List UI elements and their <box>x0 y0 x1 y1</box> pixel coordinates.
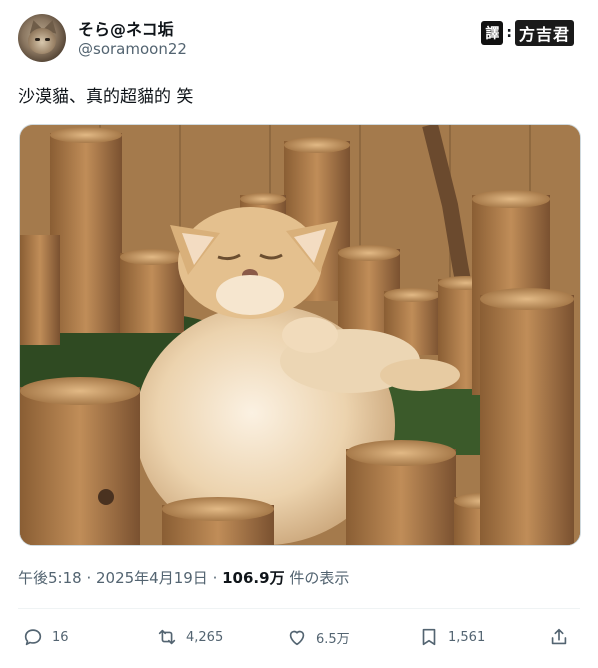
avatar[interactable] <box>18 14 66 62</box>
divider <box>18 608 580 609</box>
action-bar: 16 4,265 6.5万 1,561 <box>18 620 580 656</box>
watermark-name: 方吉君 <box>514 20 574 46</box>
reply-icon <box>24 629 42 646</box>
share-button[interactable] <box>548 626 570 648</box>
tweet-header: そら@ネコ垢 @soramoon22 譯 : 方吉君 <box>18 14 580 66</box>
tweet-date[interactable]: 2025年4月19日 <box>96 569 208 587</box>
heart-icon <box>289 630 305 646</box>
display-name[interactable]: そら@ネコ垢 <box>78 16 174 40</box>
sand-cat-photo-illustration <box>20 125 580 545</box>
view-count: 106.9万 <box>222 569 285 587</box>
tweet-time[interactable]: 午後5:18 <box>18 569 82 587</box>
share-icon <box>551 628 567 645</box>
retweet-button[interactable]: 4,265 <box>156 626 223 648</box>
translator-watermark: 譯 : 方吉君 <box>481 20 574 46</box>
reply-count: 16 <box>52 629 69 645</box>
like-count: 6.5万 <box>316 631 350 647</box>
bookmark-icon <box>422 628 436 646</box>
watermark-separator: : <box>506 25 512 41</box>
tweet-meta: 午後5:18 · 2025年4月19日 · 106.9万 件の表示 <box>18 567 349 588</box>
retweet-count: 4,265 <box>186 629 224 645</box>
user-handle[interactable]: @soramoon22 <box>78 40 187 58</box>
tweet-photo[interactable] <box>19 124 581 546</box>
reply-button[interactable]: 16 <box>22 626 69 648</box>
like-button[interactable]: 6.5万 <box>286 626 350 648</box>
meta-separator: · <box>207 569 223 587</box>
view-count-label: 件の表示 <box>284 569 350 587</box>
meta-separator: · <box>81 569 96 587</box>
tweet-text: 沙漠貓、真的超貓的 笑 <box>18 87 194 107</box>
bookmark-button[interactable]: 1,561 <box>418 626 485 648</box>
bookmark-count: 1,561 <box>448 629 486 645</box>
watermark-badge: 譯 <box>481 21 504 45</box>
retweet-icon <box>158 629 176 645</box>
